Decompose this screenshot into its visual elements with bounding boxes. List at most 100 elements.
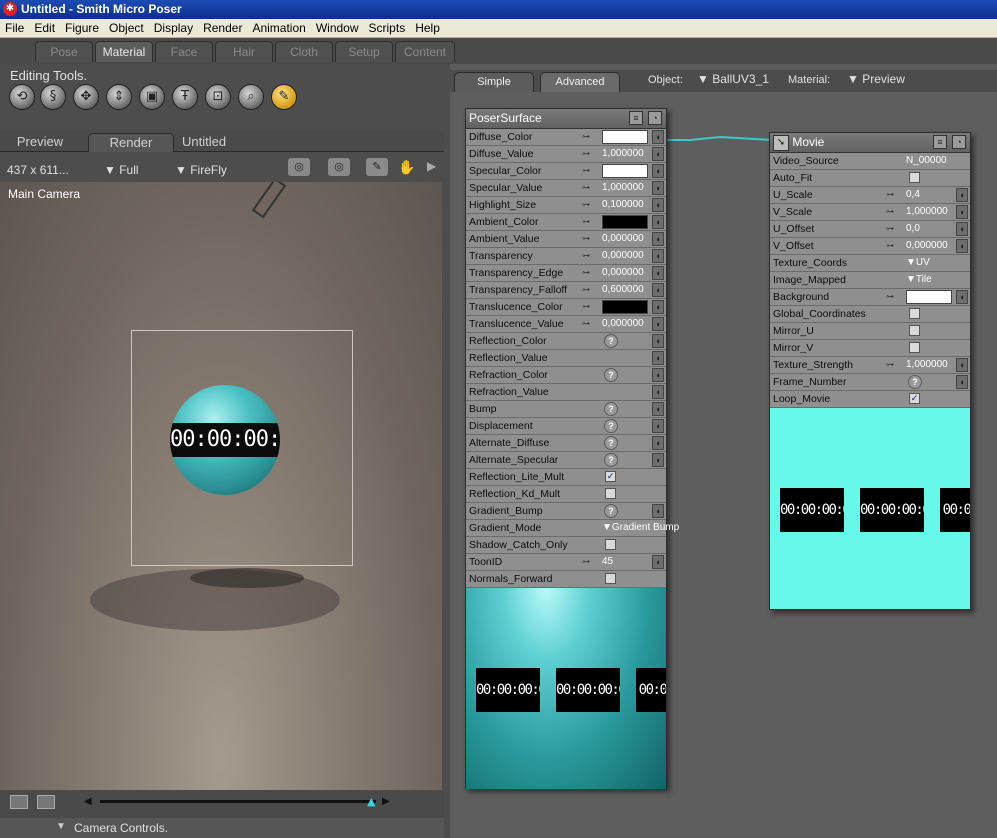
- input-plug-icon[interactable]: ◖: [652, 385, 664, 399]
- menu-file[interactable]: File: [0, 21, 29, 35]
- checkbox[interactable]: [909, 342, 920, 353]
- render-settings-icon[interactable]: ✎: [366, 158, 388, 176]
- input-plug-icon[interactable]: ◖: [652, 351, 664, 365]
- input-plug-icon[interactable]: ◖: [652, 504, 664, 518]
- help-icon[interactable]: ?: [604, 368, 618, 382]
- input-plug-icon[interactable]: ◖: [652, 249, 664, 263]
- scrub-right-icon[interactable]: ▶: [382, 796, 390, 807]
- mode-dropdown[interactable]: ▼Tile: [906, 272, 932, 288]
- input-plug-icon[interactable]: ◖: [652, 402, 664, 416]
- quality-dropdown[interactable]: ▼ Full: [104, 163, 139, 177]
- room-tab-material[interactable]: Material: [95, 41, 153, 62]
- dial-icon[interactable]: ⊶: [582, 131, 598, 142]
- param-row-gradient-bump[interactable]: Gradient_Bump? ◖: [466, 503, 666, 520]
- param-row-v-scale[interactable]: V_Scale ⊶ 1,000000 ◖: [770, 204, 970, 221]
- room-tab-hair[interactable]: Hair: [215, 41, 273, 62]
- movie-node-header[interactable]: ➘ Movie ≡ ◔: [770, 133, 970, 153]
- param-value[interactable]: 0,000000: [602, 316, 644, 332]
- dial-icon[interactable]: ⊶: [886, 223, 902, 234]
- movie-node[interactable]: ➘ Movie ≡ ◔ Video_Source N_00000 Auto_Fit U…: [769, 132, 971, 610]
- dial-icon[interactable]: ⊶: [886, 240, 902, 251]
- input-plug-icon[interactable]: ◖: [652, 453, 664, 467]
- param-row-highlight-size[interactable]: Highlight_Size ⊶ 0,100000 ◖: [466, 197, 666, 214]
- param-value[interactable]: 1,000000: [906, 357, 948, 373]
- help-icon[interactable]: ?: [604, 334, 618, 348]
- dial-icon[interactable]: ⊶: [582, 301, 598, 312]
- input-plug-icon[interactable]: ◖: [652, 317, 664, 331]
- param-value[interactable]: 0,0: [906, 221, 920, 237]
- param-row-transparency[interactable]: Transparency ⊶ 0,000000 ◖: [466, 248, 666, 265]
- translate-in-out-tool-icon[interactable]: ⇕: [106, 84, 132, 110]
- input-plug-icon[interactable]: ◖: [652, 419, 664, 433]
- dial-icon[interactable]: ⊶: [886, 189, 902, 200]
- param-row-texture-strength[interactable]: Texture_Strength ⊶ 1,000000 ◖: [770, 357, 970, 374]
- input-plug-icon[interactable]: ◖: [652, 232, 664, 246]
- param-row-transparency-edge[interactable]: Transparency_Edge ⊶ 0,000000 ◖: [466, 265, 666, 282]
- dial-icon[interactable]: ⊶: [582, 556, 598, 567]
- param-value[interactable]: 1,000000: [906, 204, 948, 220]
- input-plug-icon[interactable]: ◖: [652, 368, 664, 382]
- node-options-icon[interactable]: ≡: [629, 111, 643, 125]
- menu-scripts[interactable]: Scripts: [364, 21, 411, 35]
- dial-icon[interactable]: ⊶: [582, 318, 598, 329]
- param-value[interactable]: 45: [602, 554, 613, 570]
- scale-tool-icon[interactable]: ▣: [139, 84, 165, 110]
- input-plug-icon[interactable]: ◖: [652, 130, 664, 144]
- room-tab-face[interactable]: Face: [155, 41, 213, 62]
- param-row-background[interactable]: Background ⊶ ◖: [770, 289, 970, 306]
- translate-tool-icon[interactable]: ✥: [73, 84, 99, 110]
- object-dropdown[interactable]: ▼ BallUV3_1: [697, 72, 769, 86]
- menu-window[interactable]: Window: [311, 21, 364, 35]
- param-row-u-offset[interactable]: U_Offset ⊶ 0,0 ◖: [770, 221, 970, 238]
- scrub-handle-icon[interactable]: ▲: [367, 795, 375, 808]
- eyedropper-tool-icon[interactable]: ✎: [271, 84, 297, 110]
- render-viewport[interactable]: Main Camera 00:00:00:00: [0, 182, 442, 790]
- zoom-tool-icon[interactable]: ⌕: [238, 84, 264, 110]
- dial-icon[interactable]: ⊶: [582, 250, 598, 261]
- mode-dropdown[interactable]: ▼Gradient Bump: [602, 520, 679, 536]
- param-value[interactable]: 1,000000: [602, 146, 644, 162]
- param-value[interactable]: N_00000: [906, 153, 947, 169]
- input-plug-icon[interactable]: ◖: [652, 555, 664, 569]
- input-plug-icon[interactable]: ◖: [956, 222, 968, 236]
- dial-icon[interactable]: ⊶: [886, 206, 902, 217]
- dial-icon[interactable]: ⊶: [582, 233, 598, 244]
- param-row-translucence-value[interactable]: Translucence_Value ⊶ 0,000000 ◖: [466, 316, 666, 333]
- param-value[interactable]: 0,000000: [906, 238, 948, 254]
- param-row-video-source[interactable]: Video_Source N_00000: [770, 153, 970, 170]
- dial-icon[interactable]: ⊶: [582, 165, 598, 176]
- param-value[interactable]: 0,000000: [602, 231, 644, 247]
- param-row-texture-coords[interactable]: Texture_Coords ▼UV: [770, 255, 970, 272]
- param-row-image-mapped[interactable]: Image_Mapped ▼Tile: [770, 272, 970, 289]
- help-icon[interactable]: ?: [604, 436, 618, 450]
- input-plug-icon[interactable]: ◖: [956, 188, 968, 202]
- param-row-v-offset[interactable]: V_Offset ⊶ 0,000000 ◖: [770, 238, 970, 255]
- help-icon[interactable]: ?: [908, 375, 922, 389]
- dial-icon[interactable]: ⊶: [582, 199, 598, 210]
- param-row-auto-fit[interactable]: Auto_Fit: [770, 170, 970, 187]
- room-tab-cloth[interactable]: Cloth: [275, 41, 333, 62]
- dial-icon[interactable]: ⊶: [582, 148, 598, 159]
- checkbox[interactable]: ✓: [909, 393, 920, 404]
- menu-render[interactable]: Render: [198, 21, 247, 35]
- checkbox[interactable]: [605, 539, 616, 550]
- checkbox[interactable]: ✓: [605, 471, 616, 482]
- checkbox[interactable]: [909, 172, 920, 183]
- param-row-toonid[interactable]: ToonID ⊶ 45 ◖: [466, 554, 666, 571]
- param-row-reflection-color[interactable]: Reflection_Color? ◖: [466, 333, 666, 350]
- input-plug-icon[interactable]: ◖: [652, 181, 664, 195]
- input-plug-icon[interactable]: ◖: [652, 283, 664, 297]
- tab-preview[interactable]: Preview: [4, 133, 76, 152]
- room-tab-setup[interactable]: Setup: [335, 41, 393, 62]
- input-plug-icon[interactable]: ◖: [652, 300, 664, 314]
- help-icon[interactable]: ?: [604, 402, 618, 416]
- input-plug-icon[interactable]: ◖: [652, 147, 664, 161]
- input-plug-icon[interactable]: ◖: [652, 215, 664, 229]
- input-plug-icon[interactable]: ◖: [652, 334, 664, 348]
- param-row-reflection-kd-mult[interactable]: Reflection_Kd_Mult: [466, 486, 666, 503]
- node-expand-icon[interactable]: ➘: [773, 134, 789, 151]
- node-collapse-icon[interactable]: ◔: [648, 111, 662, 125]
- help-icon[interactable]: ?: [604, 504, 618, 518]
- param-value[interactable]: 0,100000: [602, 197, 644, 213]
- rotate-tool-icon[interactable]: ⟲: [9, 84, 35, 110]
